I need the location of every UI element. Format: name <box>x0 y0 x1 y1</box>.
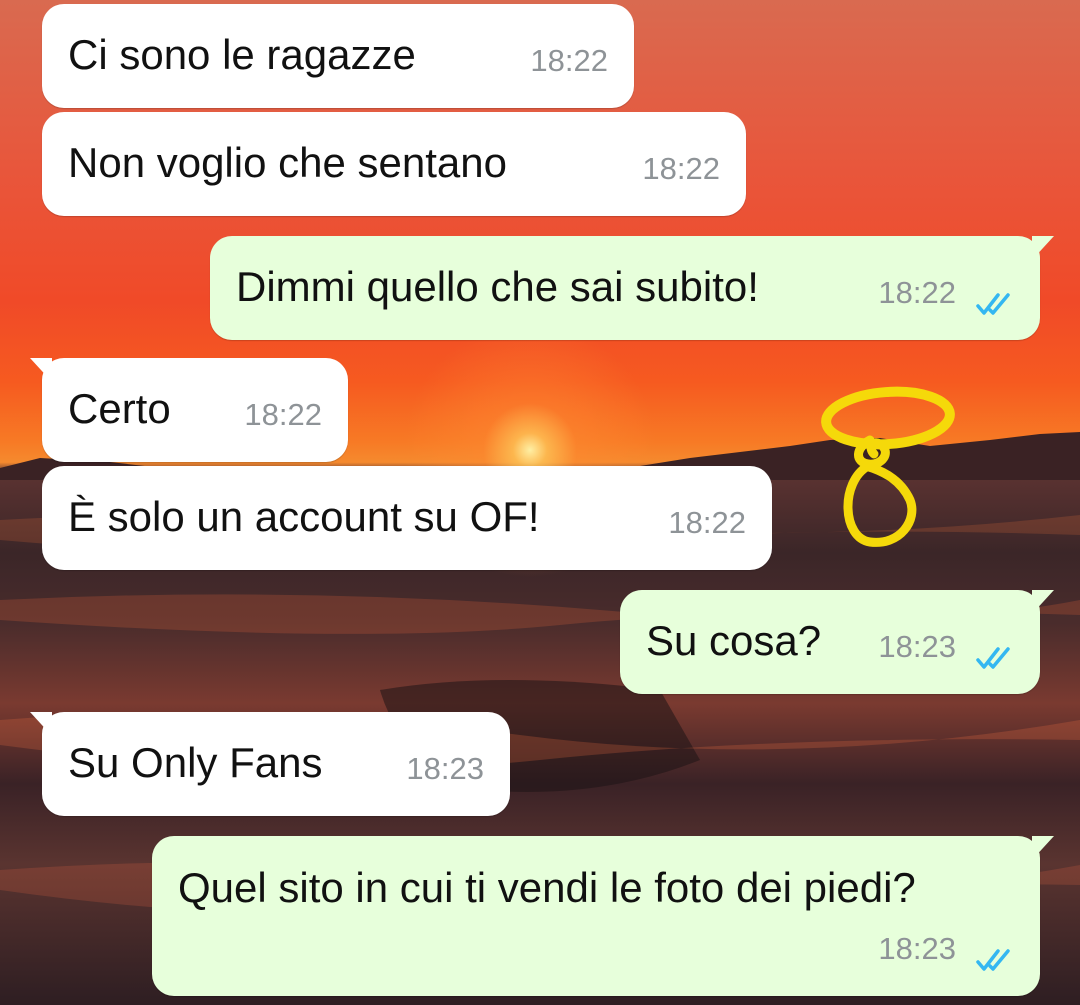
message-bubble[interactable]: Ci sono le ragazze 18:22 <box>42 4 634 108</box>
message-text: Su Only Fans <box>68 739 323 786</box>
bubble-tail <box>30 358 52 382</box>
message-bubble[interactable]: Quel sito in cui ti vendi le foto dei pi… <box>152 836 1054 996</box>
double-check-icon <box>976 949 1010 971</box>
double-check-icon <box>976 293 1010 315</box>
bubble-tail <box>1032 836 1054 860</box>
bubble-tail <box>1032 590 1054 614</box>
message-text: Dimmi quello che sai subito! <box>236 263 759 310</box>
message-bubble[interactable]: È solo un account su OF! 18:22 <box>42 466 772 570</box>
message-text: È solo un account su OF! <box>68 493 540 540</box>
message-text: Certo <box>68 385 171 432</box>
message-time: 18:22 <box>244 397 322 432</box>
message-time: 18:22 <box>668 505 746 540</box>
message-bubble[interactable]: Non voglio che sentano 18:22 <box>42 112 746 216</box>
message-bubble[interactable]: Su Only Fans 18:23 <box>30 712 510 816</box>
message-time: 18:22 <box>642 151 720 186</box>
message-time: 18:22 <box>530 43 608 78</box>
message-text: Su cosa? <box>646 617 822 664</box>
message-time: 18:23 <box>878 931 956 966</box>
double-check-icon <box>976 647 1010 669</box>
message-bubble[interactable]: Dimmi quello che sai subito! 18:22 <box>210 236 1054 340</box>
bubble-tail <box>1032 236 1054 260</box>
message-time: 18:23 <box>878 629 956 664</box>
message-time: 18:22 <box>878 275 956 310</box>
bubble-tail <box>30 712 52 736</box>
message-text: Ci sono le ragazze <box>68 31 416 78</box>
message-time: 18:23 <box>406 751 484 786</box>
message-text: Non voglio che sentano <box>68 139 507 186</box>
message-bubble[interactable]: Su cosa? 18:23 <box>620 590 1054 694</box>
message-bubble[interactable]: Certo 18:22 <box>30 358 348 462</box>
message-text: Quel sito in cui ti vendi le foto dei pi… <box>178 864 916 911</box>
yellow-doodle-icon <box>821 386 955 547</box>
